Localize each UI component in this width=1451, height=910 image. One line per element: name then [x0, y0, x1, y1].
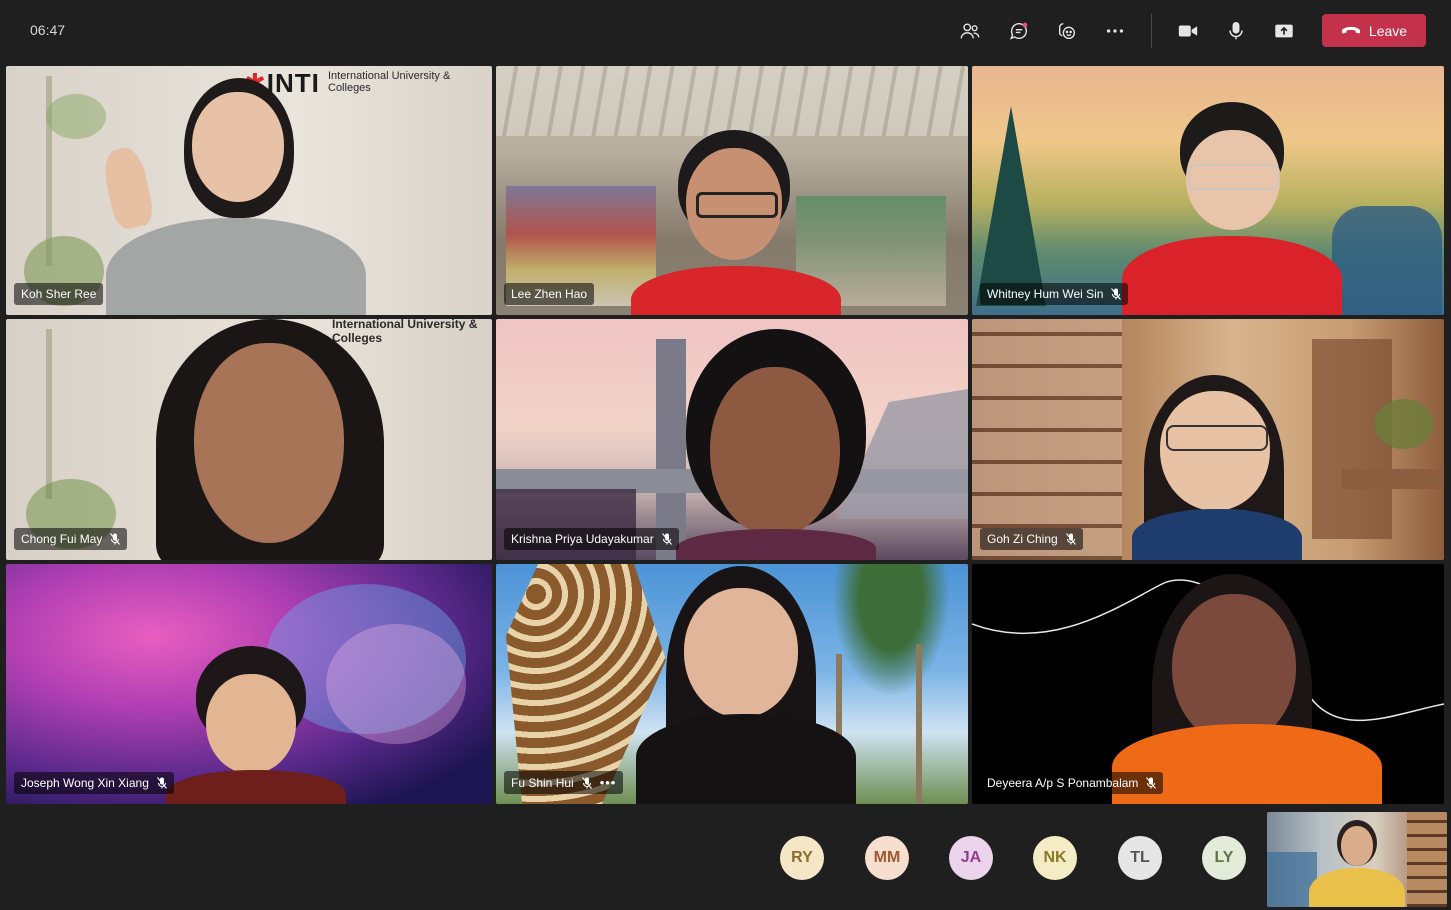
camera-icon[interactable] [1173, 16, 1203, 46]
mic-off-icon [110, 533, 121, 545]
toolbar-divider [1151, 14, 1152, 48]
mic-off-icon [581, 776, 592, 789]
microphone-icon[interactable] [1221, 16, 1251, 46]
chat-icon[interactable] [1004, 16, 1034, 46]
participant-video [1112, 574, 1382, 804]
participant-tile[interactable]: Lee Zhen Hao [496, 66, 968, 315]
participant-name: Fu Shin Hui [511, 775, 574, 790]
participant-avatar[interactable]: NK [1033, 836, 1077, 880]
meeting-timer: 06:47 [30, 22, 66, 38]
participant-video [636, 564, 856, 804]
participant-name: Joseph Wong Xin Xiang [21, 776, 149, 790]
participant-video [676, 329, 876, 560]
mic-off-icon [661, 533, 672, 545]
participant-tile[interactable]: Deyeera A/p S Ponambalam [972, 564, 1444, 804]
participant-video [1122, 96, 1342, 315]
participant-avatar[interactable]: LY [1202, 836, 1246, 880]
leave-button[interactable]: Leave [1322, 14, 1426, 47]
participant-tile[interactable]: Fu Shin Hui ••• [496, 564, 968, 804]
participant-name-tag: Fu Shin Hui ••• [504, 771, 624, 794]
more-options-icon[interactable] [1100, 16, 1130, 46]
participant-tile[interactable]: International University & Colleges Chon… [6, 319, 492, 560]
participant-name-tag: Whitney Hum Wei Sin [980, 283, 1129, 305]
participant-name: Koh Sher Ree [21, 287, 97, 301]
participant-tile[interactable]: Whitney Hum Wei Sin [972, 66, 1444, 315]
participant-avatar[interactable]: TL [1118, 836, 1162, 880]
participant-video [166, 646, 356, 804]
participant-name-tag: Chong Fui May [14, 528, 128, 550]
mic-off-icon [1065, 533, 1076, 545]
mic-off-icon [1146, 777, 1157, 789]
participant-video [631, 126, 856, 315]
participant-avatar[interactable]: JA [949, 836, 993, 880]
meeting-toolbar: 06:47 Leave [0, 0, 1451, 62]
participant-video [100, 78, 426, 315]
participant-tile[interactable]: Joseph Wong Xin Xiang [6, 564, 492, 804]
mic-off-icon [156, 777, 167, 789]
participant-tile[interactable]: ✱INTI International University & College… [6, 66, 492, 315]
participant-tile[interactable]: Krishna Priya Udayakumar [496, 319, 968, 560]
participant-video [146, 319, 396, 560]
participant-more-icon[interactable]: ••• [600, 775, 617, 790]
hang-up-icon [1341, 26, 1361, 33]
participant-name: Lee Zhen Hao [511, 287, 588, 301]
participant-name: Whitney Hum Wei Sin [987, 287, 1104, 301]
participant-name-tag: Joseph Wong Xin Xiang [14, 772, 174, 794]
participant-avatar[interactable]: MM [865, 836, 909, 880]
share-screen-icon[interactable] [1269, 16, 1299, 46]
self-view-video[interactable] [1267, 812, 1447, 907]
participant-name-tag: Lee Zhen Hao [504, 283, 595, 305]
reactions-icon[interactable] [1052, 16, 1082, 46]
participant-name-tag: Koh Sher Ree [14, 283, 104, 305]
participant-tile[interactable]: Goh Zi Ching [972, 319, 1444, 560]
participant-name: Goh Zi Ching [987, 532, 1058, 546]
participant-name-tag: Deyeera A/p S Ponambalam [980, 772, 1164, 794]
participant-name: Krishna Priya Udayakumar [511, 532, 654, 546]
people-icon[interactable] [955, 16, 985, 46]
participant-name: Chong Fui May [21, 532, 103, 546]
participant-name-tag: Goh Zi Ching [980, 528, 1083, 550]
participant-video [1122, 369, 1322, 560]
participant-name: Deyeera A/p S Ponambalam [987, 776, 1139, 790]
participant-name-tag: Krishna Priya Udayakumar [504, 528, 679, 550]
leave-label: Leave [1368, 22, 1408, 39]
participant-avatar[interactable]: RY [780, 836, 824, 880]
mic-off-icon [1111, 288, 1122, 300]
